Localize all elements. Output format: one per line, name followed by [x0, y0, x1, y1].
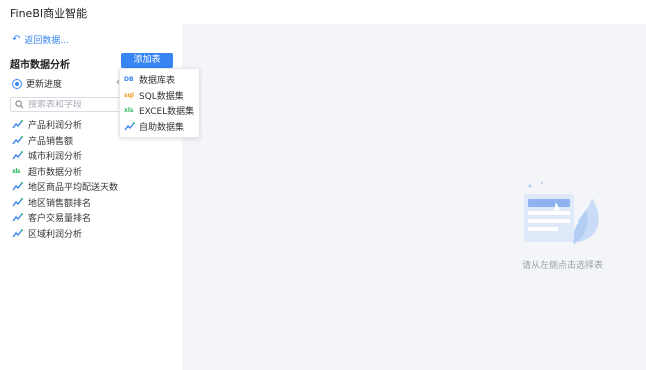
table-item[interactable]: 客户交易量排名 [12, 210, 118, 226]
trend-icon [124, 121, 135, 131]
dropdown-item-self-service[interactable]: 自助数据集 [120, 119, 199, 135]
table-item-label: 地区销售额排名 [28, 198, 92, 209]
dropdown-item-label: SQL数据集 [139, 91, 184, 102]
table-item-label: 地区商品平均配送天数 [28, 183, 119, 194]
empty-state-illustration-icon [524, 182, 599, 244]
database-icon: DB [124, 76, 134, 84]
excel-icon: xls [124, 107, 134, 115]
table-list: 产品利润分析 产品销售额 城市利润分析 xls 超市数据分析 地区商品平均配送天… [12, 117, 118, 241]
search-input[interactable] [28, 99, 118, 110]
add-table-button[interactable]: 添加表 [121, 53, 173, 68]
table-item-label: 产品销售额 [28, 136, 74, 147]
back-link-label: 返回数据... [24, 36, 69, 46]
trend-icon [12, 182, 23, 191]
dropdown-item-sql[interactable]: sql SQL数据集 [120, 88, 199, 104]
trend-icon [12, 120, 23, 129]
sql-icon: sql [124, 91, 134, 99]
dropdown-item-excel[interactable]: xls EXCEL数据集 [120, 103, 199, 119]
back-arrow-icon: ↶ [12, 34, 21, 45]
dropdown-item-label: 数据库表 [139, 76, 176, 87]
search-box[interactable] [10, 97, 122, 112]
table-item-label: 城市利润分析 [28, 152, 83, 163]
update-progress-label: 更新进度 [26, 80, 63, 90]
table-item-label: 超市数据分析 [28, 167, 83, 178]
package-title: 超市数据分析 [10, 60, 70, 71]
table-item[interactable]: 地区商品平均配送天数 [12, 179, 118, 195]
table-item[interactable]: 产品销售额 [12, 133, 118, 149]
table-item[interactable]: 区域利润分析 [12, 226, 118, 242]
table-item-label: 区域利润分析 [28, 229, 83, 240]
table-item[interactable]: 地区销售额排名 [12, 195, 118, 211]
table-item-label: 产品利润分析 [28, 121, 83, 132]
update-progress[interactable]: 更新进度 [12, 77, 62, 90]
table-item[interactable]: 产品利润分析 [12, 117, 118, 133]
dropdown-item-db-table[interactable]: DB 数据库表 [120, 72, 199, 88]
dropdown-item-label: 自助数据集 [139, 122, 185, 133]
empty-state-hint: 请从左侧点击选择表 [522, 261, 604, 271]
trend-icon [12, 135, 23, 145]
search-icon [15, 100, 24, 109]
table-item[interactable]: 城市利润分析 [12, 148, 118, 164]
trend-icon [12, 213, 23, 222]
trend-icon [12, 151, 23, 160]
dropdown-item-label: EXCEL数据集 [139, 107, 195, 118]
excel-icon: xls [12, 167, 21, 175]
back-link[interactable]: ↶ 返回数据... [12, 33, 69, 46]
trend-icon [12, 228, 23, 238]
update-progress-icon [12, 78, 22, 89]
trend-icon [12, 197, 23, 207]
table-item[interactable]: xls 超市数据分析 [12, 164, 118, 180]
app-title: FineBI商业智能 [10, 7, 88, 20]
add-table-dropdown: DB 数据库表 sql SQL数据集 xls EXCEL数据集 自助数据集 [119, 68, 200, 138]
table-item-label: 客户交易量排名 [28, 214, 92, 225]
